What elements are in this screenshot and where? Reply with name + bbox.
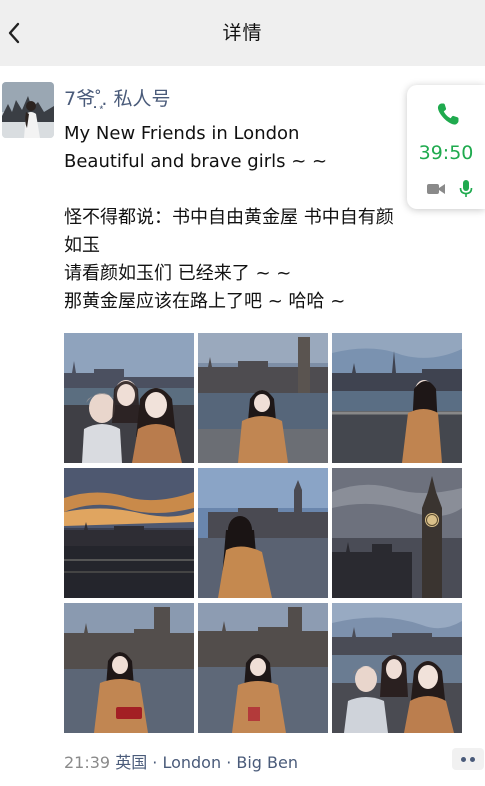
photo-1[interactable]: [64, 333, 194, 463]
page-title: 详情: [222, 22, 263, 44]
floating-call-widget[interactable]: 39:50: [407, 85, 485, 209]
photo-4[interactable]: [64, 468, 194, 598]
photo-3[interactable]: [332, 333, 462, 463]
post-meta: 21:39 英国 · London · Big Ben: [64, 749, 298, 773]
post-line: 如玉: [64, 235, 100, 256]
more-options-button[interactable]: [452, 748, 484, 770]
post-line: 请看颜如玉们 已经来了 ~ ~: [64, 263, 292, 284]
photo-5[interactable]: [198, 468, 328, 598]
video-camera-icon: [427, 184, 445, 194]
post-location[interactable]: 英国 · London · Big Ben: [115, 753, 298, 772]
avatar[interactable]: [2, 82, 54, 138]
navigation-bar: 详情: [0, 0, 485, 66]
post-time: 21:39: [64, 753, 111, 772]
more-dot-icon: [470, 757, 475, 762]
photo-9[interactable]: [332, 603, 462, 733]
call-duration: 39:50: [418, 142, 474, 164]
photo-8[interactable]: [198, 603, 328, 733]
microphone-icon: [459, 180, 473, 197]
post-line: 那黄金屋应该在路上了吧 ~ 哈哈 ~: [64, 291, 346, 312]
photo-6[interactable]: [332, 468, 462, 598]
username[interactable]: 7爷˚̣̣̣͙. 私人号: [64, 84, 171, 111]
photo-7[interactable]: [64, 603, 194, 733]
photo-grid: [64, 333, 463, 734]
photo-2[interactable]: [198, 333, 328, 463]
phone-icon: [437, 103, 459, 125]
more-dot-icon: [461, 757, 466, 762]
